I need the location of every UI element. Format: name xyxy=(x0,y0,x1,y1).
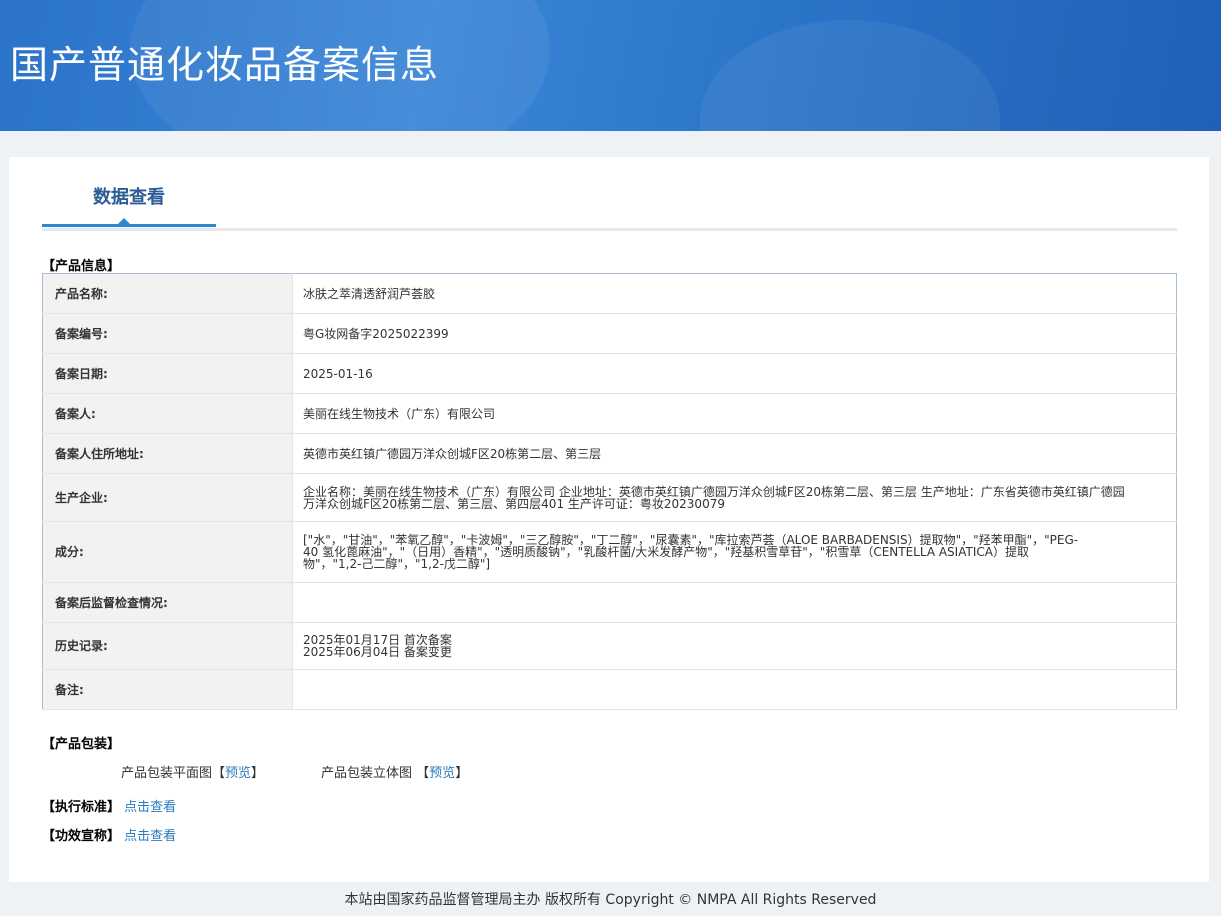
row-label: 备案编号: xyxy=(42,313,293,354)
row-label: 产品名称: xyxy=(42,273,293,314)
product-info-title: 【产品信息】 xyxy=(42,259,121,274)
packaging-flat-label: 产品包装平面图 xyxy=(121,766,213,781)
row-label: 历史记录: xyxy=(42,622,293,670)
tab-data-view[interactable]: 数据查看 xyxy=(42,183,216,209)
row-label: 生产企业: xyxy=(42,473,293,522)
packaging-title: 【产品包装】 xyxy=(42,737,121,752)
row-value: 2025年01月17日 首次备案 2025年06月04日 备案变更 xyxy=(292,622,1177,670)
standard-section: 【执行标准】 点击查看 xyxy=(42,796,176,815)
table-row: 产品名称: 冰肤之萃清透舒润芦荟胶 xyxy=(42,273,1177,314)
table-row: 历史记录: 2025年01月17日 首次备案 2025年06月04日 备案变更 xyxy=(42,622,1177,670)
preview-solid-link[interactable]: 预览 xyxy=(429,766,455,781)
row-value: 企业名称：美丽在线生物技术（广东）有限公司 企业地址：英德市英红镇广德园万洋众创… xyxy=(292,473,1177,522)
packaging-solid-label: 产品包装立体图 xyxy=(321,766,413,781)
bracket: 【 xyxy=(212,766,226,781)
row-value xyxy=(292,669,1177,710)
row-value: 美丽在线生物技术（广东）有限公司 xyxy=(292,393,1177,434)
bracket: 】 xyxy=(455,766,469,781)
tab-bar xyxy=(42,228,1177,231)
row-value: 英德市英红镇广德园万洋众创城F区20栋第二层、第三层 xyxy=(292,433,1177,474)
efficacy-section: 【功效宣称】 点击查看 xyxy=(42,825,176,844)
table-row: 备案人: 美丽在线生物技术（广东）有限公司 xyxy=(42,393,1177,434)
table-row: 备案人住所地址: 英德市英红镇广德园万洋众创城F区20栋第二层、第三层 xyxy=(42,433,1177,474)
table-row: 成分: ["水"，"甘油"，"苯氧乙醇"，"卡波姆"，"三乙醇胺"，"丁二醇"，"… xyxy=(42,521,1177,583)
history-entry: 2025年06月04日 备案变更 xyxy=(303,645,452,659)
standard-title: 【执行标准】 xyxy=(42,800,121,815)
bracket: 【 xyxy=(416,766,430,781)
row-value: 2025-01-16 xyxy=(292,353,1177,394)
tab-caret-icon xyxy=(117,218,131,225)
row-label: 备案人住所地址: xyxy=(42,433,293,474)
page-header: 国产普通化妆品备案信息 xyxy=(0,0,1221,131)
row-value: ["水"，"甘油"，"苯氧乙醇"，"卡波姆"，"三乙醇胺"，"丁二醇"，"尿囊素… xyxy=(292,521,1177,583)
content-panel: 数据查看 【产品信息】 产品名称: 冰肤之萃清透舒润芦荟胶 备案编号: 粤G妆网备字… xyxy=(9,157,1209,882)
packaging-flat: 产品包装平面图【预览】 xyxy=(121,762,264,781)
efficacy-view-link[interactable]: 点击查看 xyxy=(124,829,176,844)
row-value: 冰肤之萃清透舒润芦荟胶 xyxy=(292,273,1177,314)
row-label: 备案后监督检查情况: xyxy=(42,582,293,623)
table-row: 备案后监督检查情况: xyxy=(42,582,1177,623)
table-row: 生产企业: 企业名称：美丽在线生物技术（广东）有限公司 企业地址：英德市英红镇广德… xyxy=(42,473,1177,522)
header-decoration xyxy=(700,20,1000,131)
table-row: 备案编号: 粤G妆网备字2025022399 xyxy=(42,313,1177,354)
footer-copyright: 本站由国家药品监督管理局主办 版权所有 Copyright © NMPA All… xyxy=(344,892,877,908)
row-value xyxy=(292,582,1177,623)
table-row: 备注: xyxy=(42,669,1177,710)
row-value: 粤G妆网备字2025022399 xyxy=(292,313,1177,354)
product-info-table: 产品名称: 冰肤之萃清透舒润芦荟胶 备案编号: 粤G妆网备字2025022399 备… xyxy=(42,273,1177,710)
bracket: 】 xyxy=(251,766,265,781)
row-label: 备案日期: xyxy=(42,353,293,394)
efficacy-title: 【功效宣称】 xyxy=(42,829,121,844)
page-title: 国产普通化妆品备案信息 xyxy=(10,43,440,87)
table-row: 备案日期: 2025-01-16 xyxy=(42,353,1177,394)
row-label: 备注: xyxy=(42,669,293,710)
preview-flat-link[interactable]: 预览 xyxy=(225,766,251,781)
packaging-solid: 产品包装立体图 【预览】 xyxy=(321,762,468,781)
row-label: 成分: xyxy=(42,521,293,583)
standard-view-link[interactable]: 点击查看 xyxy=(124,800,176,815)
row-label: 备案人: xyxy=(42,393,293,434)
